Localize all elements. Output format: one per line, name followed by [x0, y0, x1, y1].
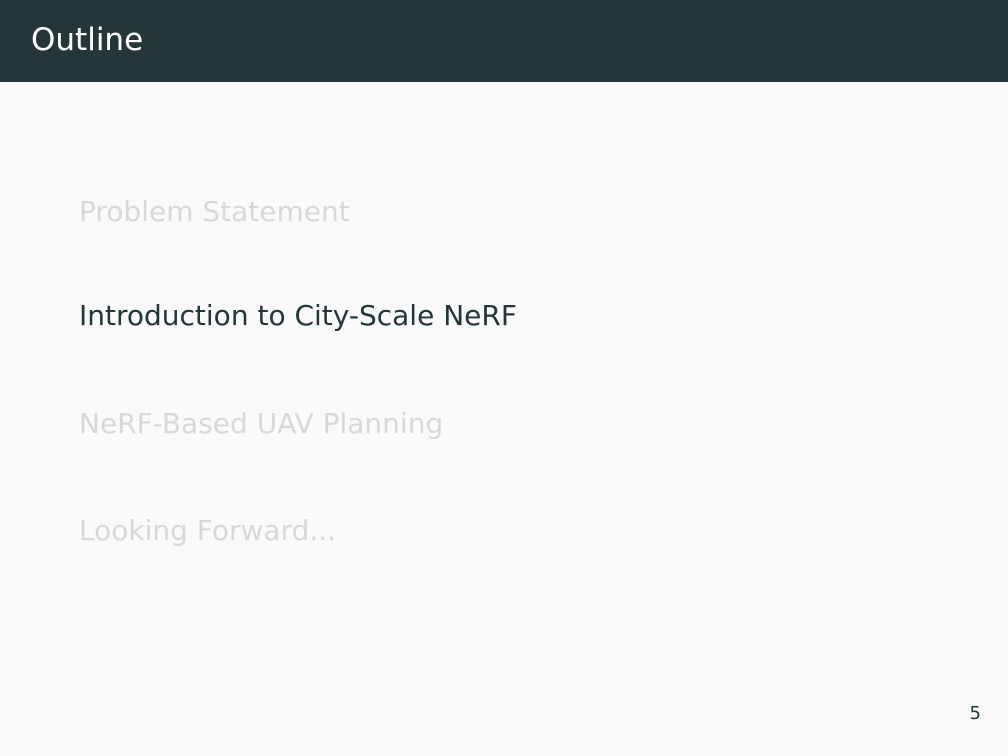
slide-title: Outline	[31, 22, 144, 58]
outline-item-nerf-based-uav-planning: NeRF-Based UAV Planning	[79, 407, 444, 440]
page-number: 5	[969, 703, 981, 724]
outline-item-looking-forward: Looking Forward...	[79, 514, 337, 547]
presentation-slide: Outline Problem Statement Introduction t…	[0, 0, 1008, 756]
outline-item-problem-statement: Problem Statement	[79, 195, 350, 228]
slide-title-bar: Outline	[0, 0, 1008, 82]
outline-item-introduction-to-city-scale-nerf: Introduction to City-Scale NeRF	[79, 299, 517, 332]
